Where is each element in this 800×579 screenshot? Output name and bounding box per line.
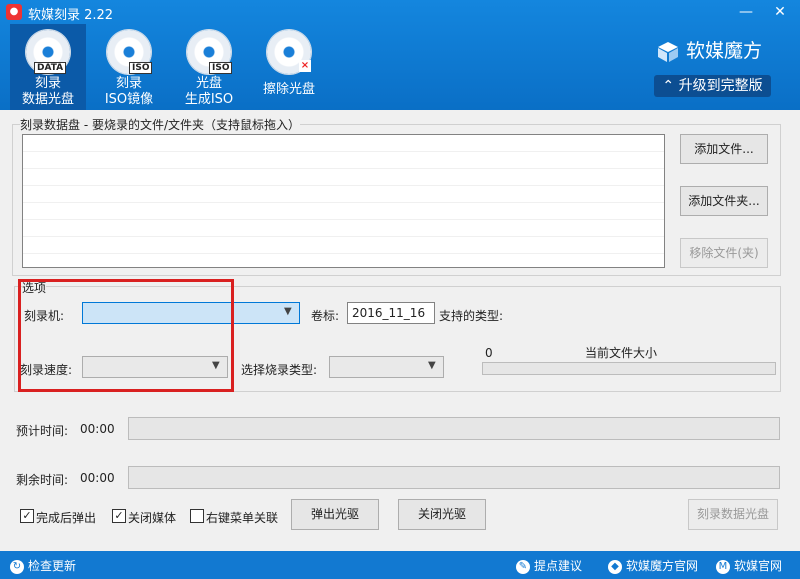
- file-size-label: 当前文件大小: [585, 346, 658, 360]
- eject-drive-button[interactable]: 弹出光驱: [291, 499, 379, 530]
- app-icon: ●: [6, 4, 22, 20]
- window-title: 软媒刻录 2.22: [28, 8, 114, 23]
- supported-types-label: 支持的类型:: [439, 309, 504, 323]
- file-size-value: 0: [485, 346, 493, 360]
- header: ● 软媒刻录 2.22 — ✕ DATA 刻录 数据光盘 ISO 刻录 ISO镜…: [0, 0, 800, 110]
- tool-burn-iso[interactable]: ISO 刻录 ISO镜像: [96, 24, 162, 110]
- remaining-progress-bar: [128, 466, 780, 489]
- m-logo-icon: M: [716, 559, 730, 574]
- estimated-time-value: 00:00: [80, 422, 115, 436]
- burn-type-label: 选择烧录类型:: [241, 363, 318, 377]
- cube-icon: ◆: [608, 559, 622, 574]
- tool-label: 刻录: [34, 76, 61, 91]
- iso-tag: ISO: [209, 62, 233, 74]
- add-folder-button[interactable]: 添加文件夹...: [680, 186, 768, 216]
- tool-label: 刻录: [115, 76, 142, 91]
- double-chevron-up-icon: ⌃: [662, 78, 679, 94]
- official-site-label: 软媒魔方官网: [626, 559, 699, 573]
- status-bar: ↻ 检查更新 ✎ 提点建议 ◆ 软媒魔方官网 M 软媒官网: [0, 551, 800, 579]
- tool-label: 光盘: [195, 76, 222, 91]
- eject-after-label: 完成后弹出: [36, 511, 97, 525]
- iso-tag: ISO: [129, 62, 153, 74]
- add-file-button[interactable]: 添加文件...: [680, 134, 768, 164]
- file-list[interactable]: [22, 134, 665, 268]
- remove-file-button[interactable]: 移除文件(夹): [680, 238, 768, 268]
- ruanmei-site-label: 软媒官网: [734, 559, 783, 573]
- context-menu-label: 右键菜单关联: [206, 511, 279, 525]
- volume-label: 卷标:: [311, 309, 340, 323]
- brand: 软媒魔方: [656, 36, 762, 64]
- tool-label: ISO镜像: [104, 92, 154, 107]
- close-drive-button[interactable]: 关闭光驱: [398, 499, 486, 530]
- volume-input[interactable]: 2016_11_16: [347, 302, 435, 324]
- check-update-label: 检查更新: [28, 559, 77, 573]
- brand-name: 软媒魔方: [686, 40, 763, 62]
- file-size-bar: [482, 362, 776, 375]
- burn-type-select[interactable]: ▼: [329, 356, 444, 378]
- estimated-progress-bar: [128, 417, 780, 440]
- tool-erase-disc[interactable]: × 擦除光盘: [256, 24, 322, 110]
- chevron-down-icon: ▼: [284, 306, 292, 317]
- title-bar: ● 软媒刻录 2.22 — ✕: [0, 0, 800, 24]
- official-site-link[interactable]: ◆ 软媒魔方官网: [608, 557, 698, 574]
- feedback-icon: ✎: [516, 559, 530, 574]
- cube-logo-icon: [658, 41, 678, 62]
- files-group-title: 刻录数据盘 - 要烧录的文件/文件夹（支持鼠标拖入）: [20, 116, 301, 133]
- minimize-button[interactable]: —: [736, 2, 756, 22]
- burn-disc-button[interactable]: 刻录数据光盘: [688, 499, 778, 530]
- tool-create-iso[interactable]: ISO 光盘 生成ISO: [176, 24, 242, 110]
- highlight-box: [18, 279, 234, 392]
- remaining-time-value: 00:00: [80, 471, 115, 485]
- tool-label: 擦除光盘: [262, 82, 315, 97]
- check-update-link[interactable]: ↻ 检查更新: [10, 557, 76, 574]
- close-media-label: 关闭媒体: [128, 511, 177, 525]
- tool-label: 数据光盘: [21, 92, 74, 107]
- tool-label: 生成ISO: [184, 92, 234, 107]
- estimated-time-label: 预计时间:: [16, 424, 69, 438]
- erase-x-icon: ×: [299, 60, 311, 72]
- suggest-link[interactable]: ✎ 提点建议: [516, 557, 582, 574]
- suggest-label: 提点建议: [534, 559, 583, 573]
- upgrade-label: 升级到完整版: [678, 78, 763, 94]
- ruanmei-site-link[interactable]: M 软媒官网: [716, 557, 782, 574]
- eject-after-checkbox[interactable]: ✓: [20, 509, 34, 523]
- upgrade-button[interactable]: ⌃ 升级到完整版: [654, 75, 771, 97]
- tool-burn-data-disc[interactable]: DATA 刻录 数据光盘: [10, 24, 86, 110]
- close-button[interactable]: ✕: [770, 2, 790, 22]
- close-media-checkbox[interactable]: ✓: [112, 509, 126, 523]
- remaining-time-label: 剩余时间:: [16, 473, 69, 487]
- context-menu-checkbox[interactable]: [190, 509, 204, 523]
- data-tag: DATA: [34, 62, 67, 74]
- chevron-down-icon: ▼: [428, 360, 436, 371]
- update-icon: ↻: [10, 559, 24, 574]
